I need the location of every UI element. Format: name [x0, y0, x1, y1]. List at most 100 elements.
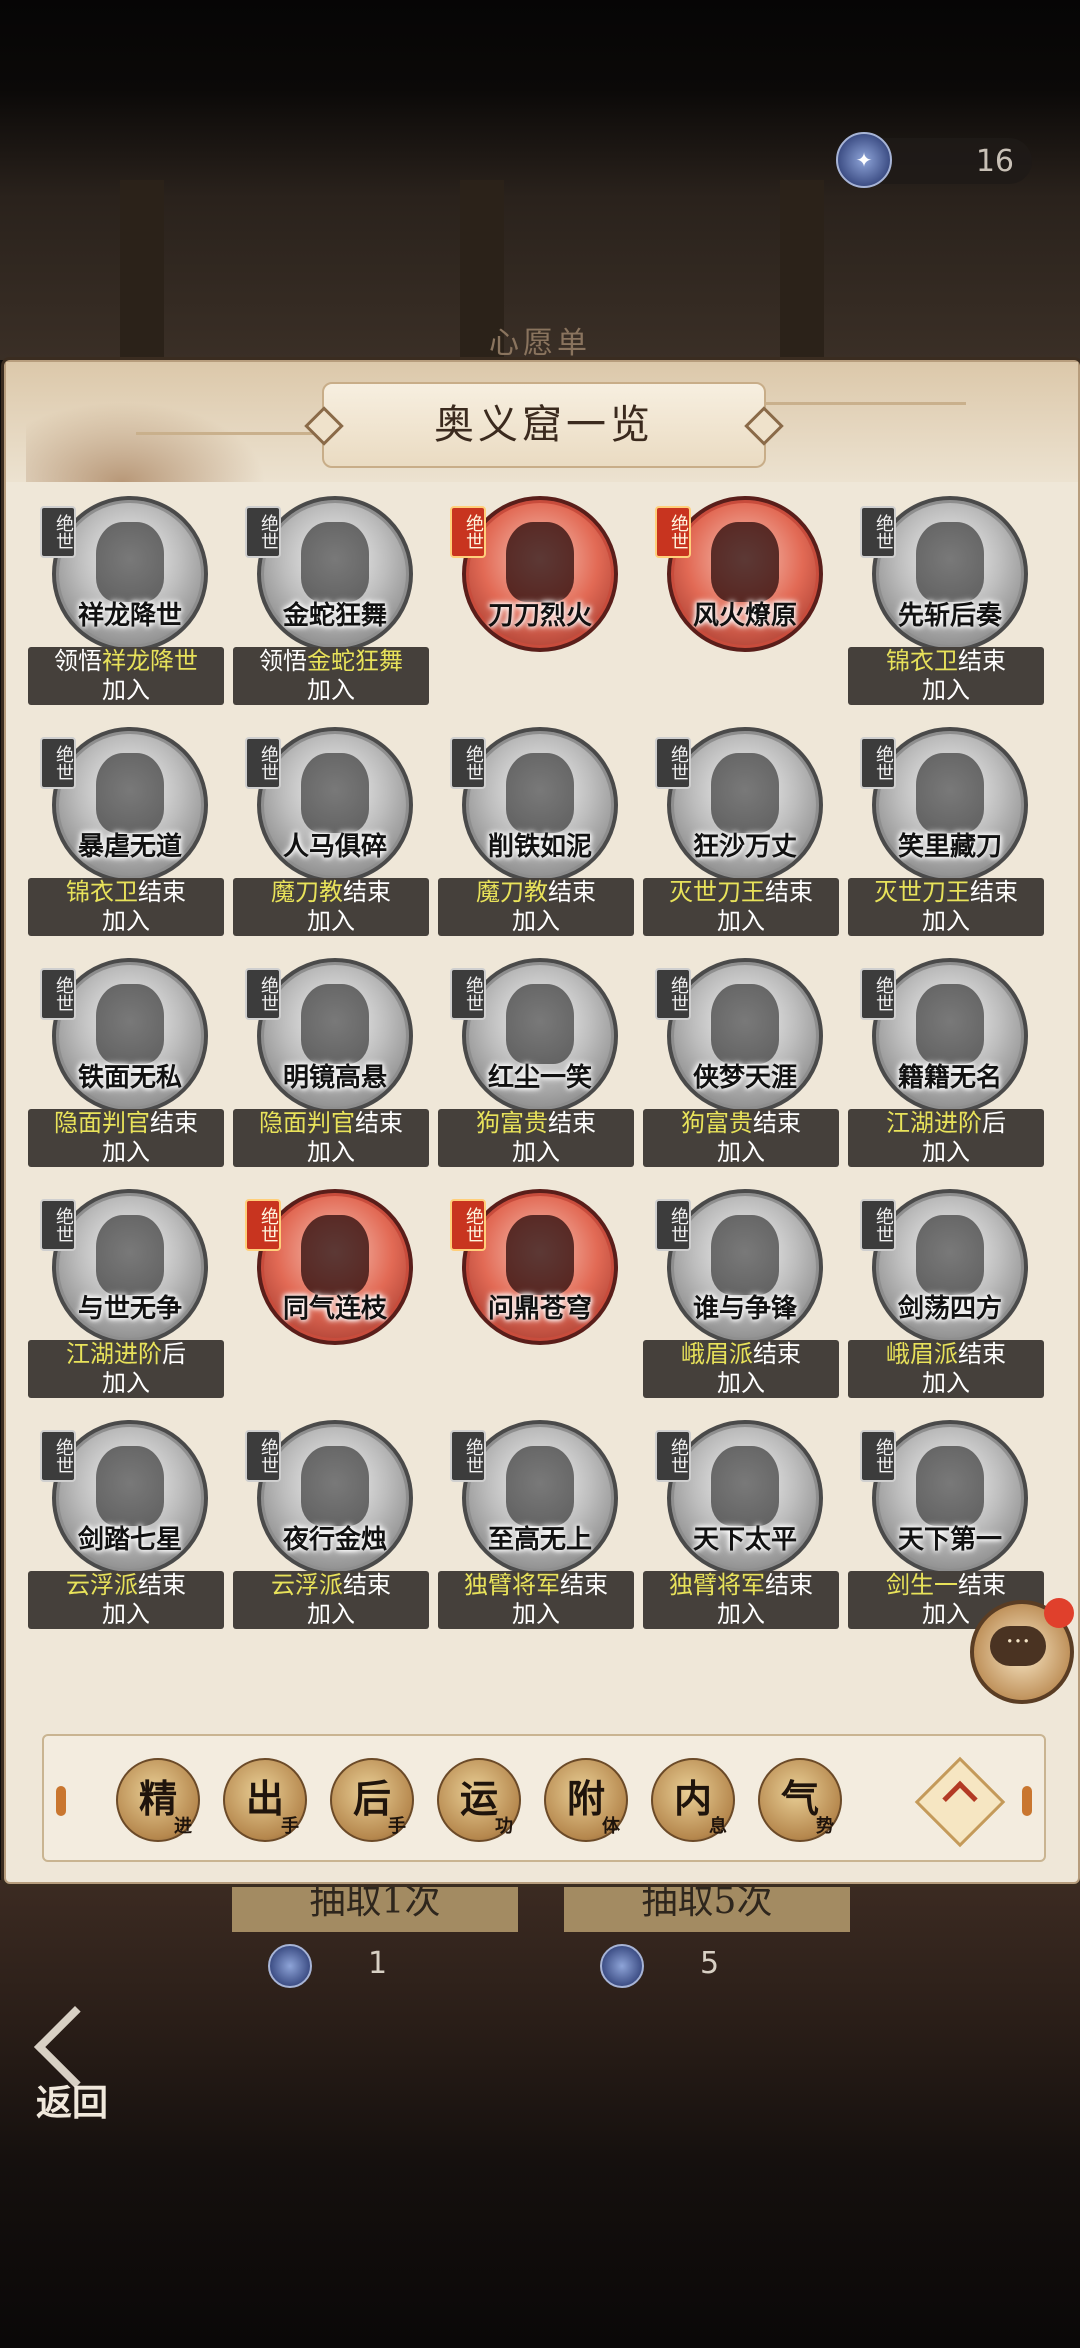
background-bottom	[0, 1880, 1080, 2348]
skill-card[interactable]: 天下太平 绝世 独臂将军结束 加入	[643, 1416, 839, 1629]
chat-button[interactable]: ···	[970, 1598, 1074, 1704]
skill-card[interactable]: 同气连枝 绝世	[233, 1185, 429, 1395]
collapse-button[interactable]	[914, 1756, 1006, 1848]
condition-highlight: 灭世刀王	[669, 878, 765, 906]
draw-five-cost: 5	[600, 1940, 800, 1990]
condition-suffix: 结束	[343, 1571, 391, 1599]
condition-highlight: 锦衣卫	[66, 878, 138, 906]
condition-highlight: 魔刀教	[476, 878, 548, 906]
rarity-tag: 绝世	[245, 1199, 281, 1251]
filter-main-char: 后	[352, 1776, 391, 1821]
rarity-tag: 绝世	[655, 1430, 691, 1482]
filter-button[interactable]: 附体	[544, 1758, 628, 1842]
filter-sub-char: 进	[174, 1816, 192, 1837]
skill-card[interactable]: 人马俱碎 绝世 魔刀教结束 加入	[233, 723, 429, 936]
skill-name: 暴虐无道	[77, 832, 182, 862]
rarity-tag: 绝世	[40, 737, 76, 789]
unlock-condition: 隐面判官结束 加入	[233, 1109, 429, 1167]
skill-art-icon	[301, 1446, 369, 1526]
condition-suffix: 结束	[958, 1571, 1006, 1599]
skill-card[interactable]: 红尘一笑 绝世 狗富贵结束 加入	[438, 954, 634, 1167]
skill-card[interactable]: 削铁如泥 绝世 魔刀教结束 加入	[438, 723, 634, 936]
skill-card[interactable]: 先斩后奏 绝世 锦衣卫结束 加入	[848, 492, 1044, 705]
skill-art-icon	[96, 1446, 164, 1526]
skill-list-panel: 奥义窟一览 祥龙降世 绝世 领悟祥龙降世 加入 金蛇狂舞 绝世 领悟金蛇狂舞 加入 刀刀烈火 绝世…	[4, 360, 1080, 1884]
rarity-tag: 绝世	[860, 1199, 896, 1251]
bar-ornament	[1022, 1786, 1032, 1816]
skill-card[interactable]: 谁与争锋 绝世 峨眉派结束 加入	[643, 1185, 839, 1398]
condition-highlight: 狗富贵	[476, 1109, 548, 1137]
skill-name: 人马俱碎	[282, 832, 387, 862]
skill-card[interactable]: 金蛇狂舞 绝世 领悟金蛇狂舞 加入	[233, 492, 429, 705]
join-label: 加入	[512, 1600, 560, 1628]
skill-card[interactable]: 暴虐无道 绝世 锦衣卫结束 加入	[28, 723, 224, 936]
join-label: 加入	[307, 1138, 355, 1166]
skill-card[interactable]: 狂沙万丈 绝世 灭世刀王结束 加入	[643, 723, 839, 936]
unlock-condition-text: 峨眉派结束	[848, 1340, 1044, 1369]
skill-card[interactable]: 与世无争 绝世 江湖进阶后 加入	[28, 1185, 224, 1398]
unlock-condition-text: 隐面判官结束	[28, 1109, 224, 1138]
condition-suffix: 后	[162, 1340, 186, 1368]
skill-name: 夜行金烛	[282, 1525, 387, 1555]
skill-card[interactable]: 籍籍无名 绝世 江湖进阶后 加入	[848, 954, 1044, 1167]
draw-once-cost-value: 1	[368, 1946, 388, 1981]
ticket-icon: ✦	[836, 132, 892, 188]
skill-name: 同气连枝	[282, 1294, 387, 1324]
unlock-condition-text: 独臂将军结束	[643, 1571, 839, 1600]
unlock-condition: 隐面判官结束 加入	[28, 1109, 224, 1167]
condition-highlight: 金蛇狂舞	[307, 647, 403, 675]
filter-sub-char: 势	[816, 1816, 834, 1837]
skill-card[interactable]: 刀刀烈火 绝世	[438, 492, 634, 702]
skill-card[interactable]: 天下第一 绝世 剑生一结束 加入	[848, 1416, 1044, 1629]
unlock-condition: 领悟金蛇狂舞 加入	[233, 647, 429, 705]
skill-card[interactable]: 祥龙降世 绝世 领悟祥龙降世 加入	[28, 492, 224, 705]
skill-card[interactable]: 剑荡四方 绝世 峨眉派结束 加入	[848, 1185, 1044, 1398]
diamond-ornament	[744, 406, 784, 446]
unlock-condition-text: 魔刀教结束	[438, 878, 634, 907]
filter-button[interactable]: 后手	[330, 1758, 414, 1842]
skill-card[interactable]: 铁面无私 绝世 隐面判官结束 加入	[28, 954, 224, 1167]
condition-highlight: 峨眉派	[886, 1340, 958, 1368]
condition-highlight: 独臂将军	[464, 1571, 560, 1599]
skill-card[interactable]: 风火燎原 绝世	[643, 492, 839, 702]
filter-button[interactable]: 出手	[223, 1758, 307, 1842]
join-label: 加入	[922, 907, 970, 935]
skill-card[interactable]: 笑里藏刀 绝世 灭世刀王结束 加入	[848, 723, 1044, 936]
filter-button[interactable]: 运功	[437, 1758, 521, 1842]
ticket-icon	[268, 1944, 312, 1988]
unlock-condition-text: 江湖进阶后	[28, 1340, 224, 1369]
skill-art-icon	[711, 984, 779, 1064]
skill-card[interactable]: 剑踏七星 绝世 云浮派结束 加入	[28, 1416, 224, 1629]
rarity-tag: 绝世	[450, 737, 486, 789]
skill-card[interactable]: 侠梦天涯 绝世 狗富贵结束 加入	[643, 954, 839, 1167]
unlock-condition: 领悟祥龙降世 加入	[28, 647, 224, 705]
filter-button[interactable]: 气势	[758, 1758, 842, 1842]
unlock-condition-text: 锦衣卫结束	[28, 878, 224, 907]
skill-name: 明镜高悬	[282, 1063, 387, 1093]
skill-name: 剑荡四方	[897, 1294, 1002, 1324]
rarity-tag: 绝世	[40, 1199, 76, 1251]
join-label: 加入	[512, 1138, 560, 1166]
join-label: 加入	[307, 907, 355, 935]
condition-highlight: 剑生一	[886, 1571, 958, 1599]
skill-card[interactable]: 夜行金烛 绝世 云浮派结束 加入	[233, 1416, 429, 1629]
skill-art-icon	[506, 522, 574, 602]
unlock-condition: 锦衣卫结束 加入	[848, 647, 1044, 705]
rarity-tag: 绝世	[450, 1199, 486, 1251]
filter-main-char: 出	[245, 1776, 284, 1821]
back-button[interactable]: 返回	[33, 2005, 156, 2124]
join-label: 加入	[717, 1138, 765, 1166]
unlock-condition-text: 独臂将军结束	[438, 1571, 634, 1600]
skill-art-icon	[96, 984, 164, 1064]
filter-button[interactable]: 精进	[116, 1758, 200, 1842]
unlock-condition-text: 云浮派结束	[233, 1571, 429, 1600]
skill-name: 至高无上	[487, 1525, 592, 1555]
skill-card[interactable]: 明镜高悬 绝世 隐面判官结束 加入	[233, 954, 429, 1167]
panel-title: 奥义窟一览	[434, 402, 654, 448]
panel-title-plate: 奥义窟一览	[304, 382, 784, 468]
skill-card[interactable]: 问鼎苍穹 绝世	[438, 1185, 634, 1395]
filter-button[interactable]: 内息	[651, 1758, 735, 1842]
skill-card[interactable]: 至高无上 绝世 独臂将军结束 加入	[438, 1416, 634, 1629]
skill-art-icon	[916, 984, 984, 1064]
condition-suffix: 结束	[958, 647, 1006, 675]
